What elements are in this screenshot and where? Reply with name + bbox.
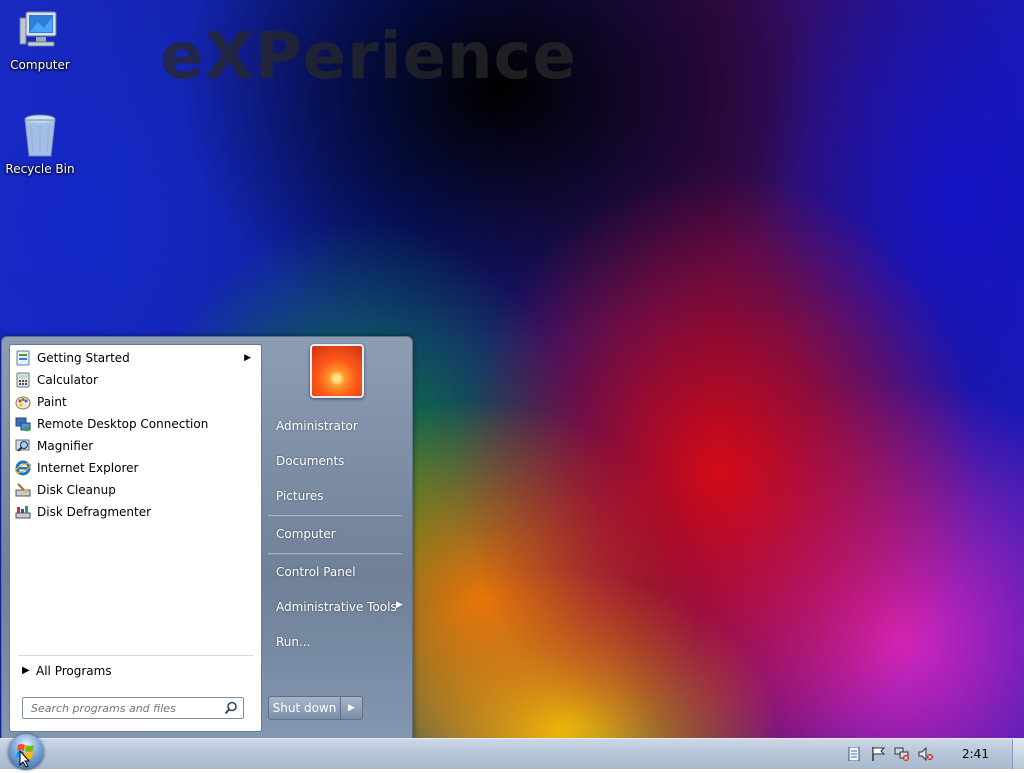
desktop-icon-label: Computer [10, 58, 70, 72]
computer-icon [19, 11, 57, 47]
start-item-run[interactable]: Run... [276, 635, 310, 649]
right-pane-separator [268, 515, 402, 517]
program-label: Calculator [37, 373, 98, 387]
all-programs-arrow-icon: ▶ [22, 665, 30, 676]
start-item-pictures[interactable]: Pictures [276, 489, 324, 503]
volume-muted-icon[interactable] [918, 747, 934, 761]
program-label: Remote Desktop Connection [37, 417, 209, 431]
show-desktop-button[interactable] [1012, 739, 1024, 769]
user-avatar[interactable] [310, 344, 364, 398]
shutdown-button[interactable]: Shut down [268, 696, 341, 720]
calculator-icon [16, 372, 30, 388]
shutdown-options-button[interactable]: ▶ [340, 696, 363, 720]
start-item-documents[interactable]: Documents [276, 454, 344, 468]
program-label: Getting Started [37, 351, 130, 365]
taskbar-clock[interactable]: 2:41 [962, 739, 989, 769]
all-programs-button[interactable]: ▶ All Programs [18, 660, 254, 682]
program-item-getting-started[interactable]: Getting Started ▶ [10, 347, 261, 369]
recycle-bin-icon [24, 114, 56, 157]
disk-cleanup-icon [15, 483, 31, 497]
desktop-icon-computer[interactable]: Computer [0, 8, 80, 72]
taskbar: 2:41 [0, 734, 1024, 770]
disk-defragmenter-icon [15, 506, 31, 519]
start-item-label: Administrator [276, 419, 358, 433]
mouse-cursor-icon [19, 750, 31, 768]
search-icon[interactable] [224, 701, 238, 715]
remote-desktop-icon [15, 417, 31, 432]
program-label: Disk Cleanup [37, 483, 116, 497]
start-item-administrative-tools[interactable]: Administrative Tools ▶ [276, 600, 403, 614]
program-item-internet-explorer[interactable]: Internet Explorer [10, 457, 261, 479]
action-center-flag-icon[interactable] [870, 747, 886, 761]
program-item-disk-cleanup[interactable]: Disk Cleanup [10, 479, 261, 501]
program-label: Magnifier [37, 439, 94, 453]
network-icon[interactable] [894, 747, 910, 761]
search-box[interactable] [22, 697, 244, 719]
desktop-watermark: eXPerience [160, 20, 577, 94]
start-item-label: Control Panel [276, 565, 356, 579]
right-pane-separator [268, 553, 402, 555]
program-label: Paint [37, 395, 67, 409]
program-item-calculator[interactable]: Calculator [10, 369, 261, 391]
magnifier-icon [15, 439, 30, 452]
submenu-arrow-icon: ▶ [244, 353, 251, 363]
start-item-control-panel[interactable]: Control Panel [276, 565, 356, 579]
notification-icon[interactable] [846, 747, 862, 761]
internet-explorer-icon [15, 460, 31, 476]
start-item-label: Computer [276, 527, 336, 541]
start-item-label: Run... [276, 635, 311, 649]
start-item-administrator[interactable]: Administrator [276, 419, 358, 433]
start-menu: Getting Started ▶ Calculator Paint Remot… [1, 336, 413, 740]
program-item-remote-desktop[interactable]: Remote Desktop Connection [10, 413, 261, 435]
start-menu-programs-pane: Getting Started ▶ Calculator Paint Remot… [9, 344, 262, 732]
program-item-disk-defragmenter[interactable]: Disk Defragmenter [10, 501, 261, 523]
start-item-computer[interactable]: Computer [276, 527, 336, 541]
program-list: Getting Started ▶ Calculator Paint Remot… [10, 347, 261, 523]
start-item-label: Documents [276, 454, 345, 468]
start-item-label: Pictures [276, 489, 324, 503]
programs-separator [18, 655, 253, 656]
desktop-icon-label: Recycle Bin [5, 162, 75, 176]
paint-icon [15, 396, 31, 410]
desktop-icon-recycle-bin[interactable]: Recycle Bin [0, 112, 80, 176]
getting-started-icon [16, 350, 30, 366]
program-label: Disk Defragmenter [37, 505, 152, 519]
all-programs-label: All Programs [36, 664, 112, 678]
program-item-paint[interactable]: Paint [10, 391, 261, 413]
program-item-magnifier[interactable]: Magnifier [10, 435, 261, 457]
search-input[interactable] [23, 698, 221, 718]
submenu-arrow-icon: ▶ [396, 600, 403, 610]
start-item-label: Administrative Tools [276, 600, 397, 614]
program-label: Internet Explorer [37, 461, 139, 475]
